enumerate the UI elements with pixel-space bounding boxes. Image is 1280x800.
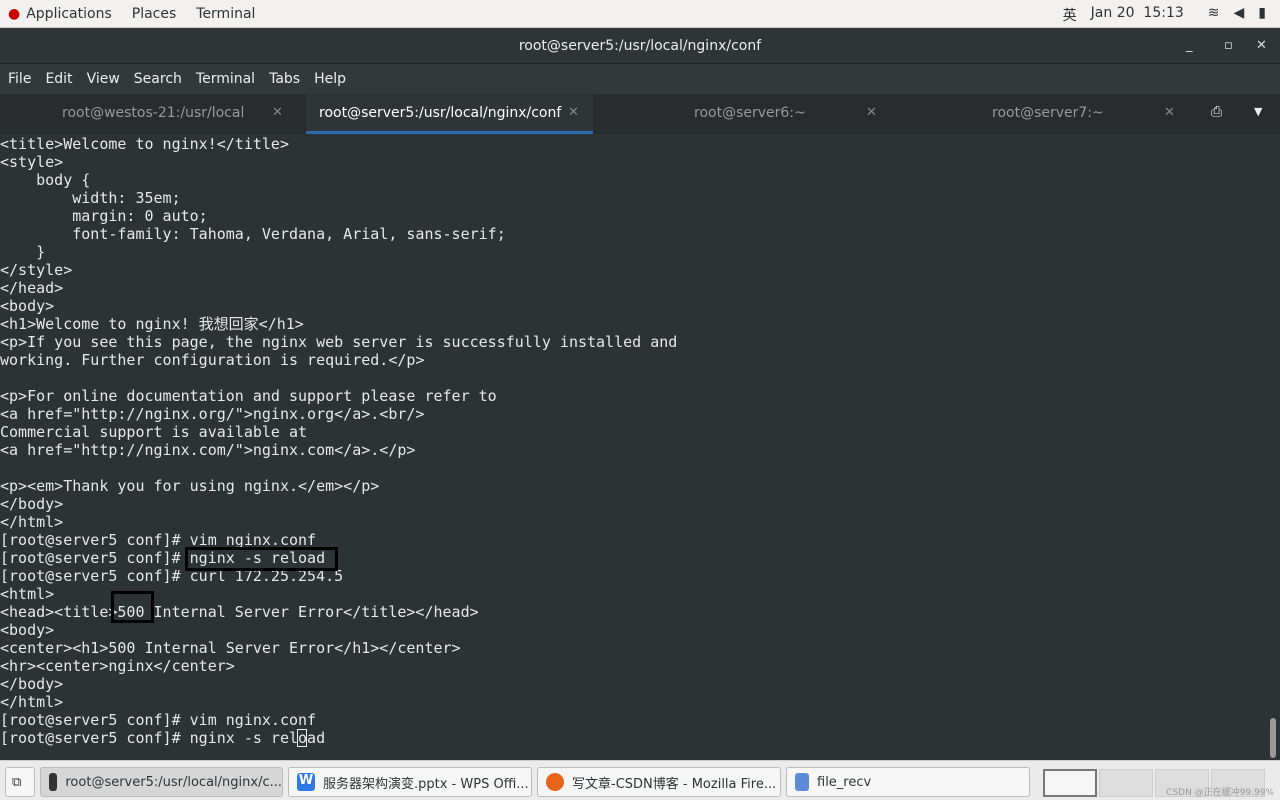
terminal-output[interactable]: <title>Welcome to nginx!</title> <style>… bbox=[0, 134, 1268, 760]
wifi-icon[interactable]: ≋ bbox=[1208, 5, 1220, 25]
tab-label: root@server5:/usr/local/nginx/conf bbox=[319, 105, 562, 121]
menu-tabs[interactable]: Tabs bbox=[269, 71, 300, 87]
task-label: 服务器架构演变.pptx - WPS Offi... bbox=[323, 776, 529, 792]
top-panel: ● Applications Places Terminal 英 Jan 20 … bbox=[0, 0, 1280, 28]
desktop-icon: ⧉ bbox=[12, 774, 22, 790]
tab-server6[interactable]: root@server6:~ ✕ bbox=[593, 94, 893, 134]
task-label: root@server5:/usr/local/nginx/c... bbox=[65, 774, 282, 790]
menu-bar: File Edit View Search Terminal Tabs Help bbox=[0, 64, 1280, 94]
redhat-icon: ● bbox=[8, 5, 21, 22]
close-tab-icon[interactable]: ✕ bbox=[866, 94, 877, 132]
scrollbar[interactable] bbox=[1270, 718, 1276, 758]
menu-search[interactable]: Search bbox=[134, 71, 182, 87]
menu-view[interactable]: View bbox=[87, 71, 120, 87]
taskbar-wps[interactable]: W 服务器架构演变.pptx - WPS Offi... bbox=[288, 767, 532, 797]
tab-label: root@server6:~ bbox=[694, 105, 806, 121]
close-tab-icon[interactable]: ✕ bbox=[1164, 94, 1175, 132]
tab-server7[interactable]: root@server7:~ ✕ bbox=[893, 94, 1193, 134]
close-tab-icon[interactable]: ✕ bbox=[568, 94, 579, 132]
minimize-button[interactable]: _ bbox=[1186, 28, 1193, 64]
workspace-1[interactable] bbox=[1043, 769, 1097, 797]
window-titlebar: root@server5:/usr/local/nginx/conf _ ▫ ✕ bbox=[0, 28, 1280, 64]
terminal-app-menu[interactable]: Terminal bbox=[196, 6, 255, 22]
wps-icon: W bbox=[297, 773, 315, 791]
tab-bar: root@westos-21:/usr/local ✕ root@server5:… bbox=[0, 94, 1280, 134]
tab-label: root@server7:~ bbox=[992, 105, 1104, 121]
places-menu[interactable]: Places bbox=[132, 6, 177, 22]
highlight-box bbox=[111, 591, 154, 623]
workspace-2[interactable] bbox=[1099, 769, 1153, 797]
tab-westos-21[interactable]: root@westos-21:/usr/local ✕ bbox=[0, 94, 306, 134]
menu-file[interactable]: File bbox=[8, 71, 31, 87]
maximize-button[interactable]: ▫ bbox=[1224, 28, 1233, 64]
new-tab-icon[interactable]: ⎙ bbox=[1211, 104, 1222, 120]
watermark: CSDN @正在缓冲99.99% bbox=[1166, 788, 1274, 798]
window-title: root@server5:/usr/local/nginx/conf bbox=[518, 38, 762, 54]
show-desktop-button[interactable]: ⧉ bbox=[5, 767, 35, 797]
terminal-icon bbox=[49, 773, 58, 791]
close-button[interactable]: ✕ bbox=[1256, 28, 1267, 64]
task-label: file_recv bbox=[817, 774, 872, 790]
applications-menu[interactable]: Applications bbox=[26, 6, 112, 22]
menu-terminal[interactable]: Terminal bbox=[196, 71, 255, 87]
taskbar-file-recv[interactable]: file_recv bbox=[786, 767, 1030, 797]
tab-label: root@westos-21:/usr/local bbox=[62, 105, 245, 121]
taskbar-terminal[interactable]: root@server5:/usr/local/nginx/c... bbox=[40, 767, 283, 797]
tabs-menu-chevron-down-icon[interactable]: ▼ bbox=[1254, 105, 1262, 118]
highlight-box bbox=[185, 547, 338, 571]
file-icon bbox=[795, 773, 809, 791]
taskbar: ⧉ root@server5:/usr/local/nginx/c... W 服务… bbox=[0, 760, 1280, 800]
taskbar-firefox[interactable]: 写文章-CSDN博客 - Mozilla Fire... bbox=[537, 767, 781, 797]
close-tab-icon[interactable]: ✕ bbox=[272, 94, 283, 132]
firefox-icon bbox=[546, 773, 564, 791]
volume-icon[interactable]: ◀ bbox=[1234, 5, 1245, 25]
task-label: 写文章-CSDN博客 - Mozilla Fire... bbox=[572, 776, 777, 792]
menu-edit[interactable]: Edit bbox=[45, 71, 72, 87]
battery-icon[interactable]: ▮ bbox=[1258, 5, 1266, 25]
menu-help[interactable]: Help bbox=[314, 71, 346, 87]
clock[interactable]: Jan 20 15:13 bbox=[1091, 5, 1184, 25]
input-method[interactable]: 英 bbox=[1063, 5, 1077, 25]
text-cursor bbox=[297, 729, 307, 747]
tab-server5[interactable]: root@server5:/usr/local/nginx/conf ✕ bbox=[306, 94, 593, 134]
